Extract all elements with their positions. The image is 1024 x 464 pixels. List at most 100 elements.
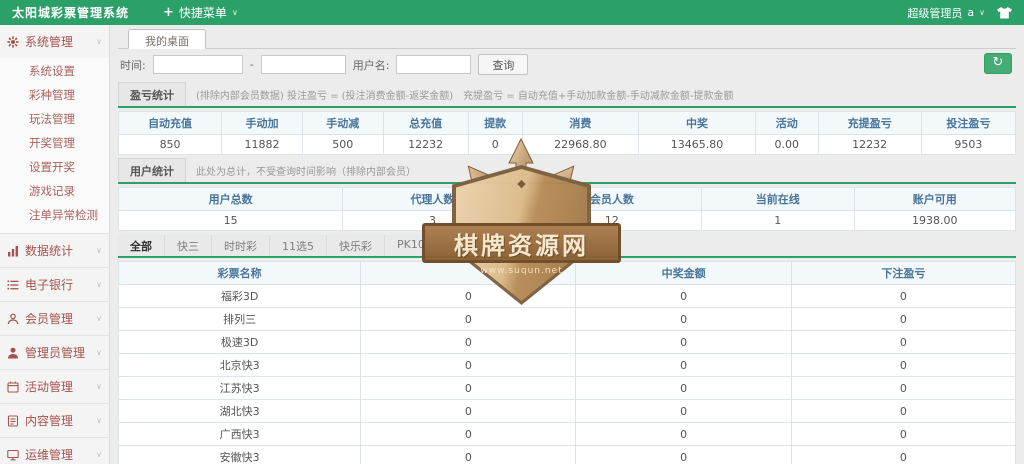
column-header [360,261,577,285]
stat-value: 15 [117,210,344,231]
table-row: 排列三 0 0 0 [117,307,1017,331]
admin-role-label: 超级管理员 [907,6,963,20]
sidebar-item-bet-anomaly[interactable]: 注单异常检测 [0,203,109,227]
desktop-tabstrip: 我的桌面 [118,28,1016,49]
admin-account-menu[interactable]: 超级管理员 a ∨ [907,5,985,21]
sidebar-group-content[interactable]: 内容管理 ∨ [0,404,109,437]
lottery-name: 江苏快3 [117,376,362,400]
cell-value: 0 [575,399,792,423]
chevron-down-icon: ∨ [96,37,102,46]
refresh-button[interactable]: ↻ [984,53,1012,74]
cell-value: 0 [360,284,577,308]
query-button[interactable]: 查询 [478,54,529,75]
column-header: 自动充值 [117,111,223,135]
cell-value: 0 [360,376,577,400]
sidebar-group-data-stats[interactable]: 数据统计 ∨ [0,234,109,267]
chevron-down-icon: ∨ [979,8,985,17]
stat-value: 500 [301,134,384,155]
chevron-down-icon: ∨ [96,450,102,459]
table-row: 15 3 12 1 1938.00 [117,210,1017,231]
column-header: 投注盈亏 [920,111,1017,135]
app-title: 太阳城彩票管理系统 [12,6,130,20]
profit-panel: 盈亏统计 (排除内部会员数据) 投注盈亏 = (投注消费金额-返奖金额) 充提盈… [117,82,1017,155]
column-header: 彩票名称 [117,261,362,285]
cell-value: 0 [790,399,1017,423]
stat-value: 1938.00 [853,210,1017,231]
time-to-input[interactable] [260,55,346,74]
time-label: 时间: [120,58,146,72]
lottery-table: 彩票名称 中奖金额 下注盈亏 福彩3D 0 0 0 排列三 0 0 0 极速3D 0 0 0 北京… [117,261,1017,464]
cell-value: 0 [360,422,577,446]
chevron-down-icon: ∨ [96,280,102,289]
sidebar-item-lottery-type[interactable]: 彩种管理 [0,83,109,107]
main-content: 我的桌面 时间: - 用户名: 查询 ↻ 盈亏统计 (排除内部会员数据) 投注盈… [110,25,1024,464]
column-header: 账户可用 [853,187,1017,211]
quick-menu-button[interactable]: + 快捷菜单 ∨ [163,4,238,21]
sidebar-item-game-records[interactable]: 游戏记录 [0,179,109,203]
sidebar-group-label: 管理员管理 [25,346,86,360]
lottery-panel: 全部 快三 时时彩 11选5 快乐彩 PK10 低频彩 彩票名称 中奖金额 下注… [117,235,1017,464]
lottery-name: 北京快3 [117,353,362,377]
user-solid-icon [8,347,18,358]
profit-panel-note: (排除内部会员数据) 投注盈亏 = (投注消费金额-返奖金额) 充提盈亏 = 自… [196,91,734,102]
chevron-down-icon: ∨ [231,8,238,17]
cell-value: 0 [360,307,577,331]
document-icon [7,414,19,427]
user-panel-note: 此处为总计，不受查询时间影响（排除内部会员） [196,167,416,178]
table-row: 福彩3D 0 0 0 [117,284,1017,308]
profit-table: 自动充值 手动加 手动减 总充值 提款 消费 中奖 活动 充提盈亏 投注盈亏 8… [117,111,1017,155]
sidebar-group-members[interactable]: 会员管理 ∨ [0,302,109,335]
stat-value: 3 [342,210,523,231]
column-header: 中奖 [638,111,756,135]
sidebar-item-play-method[interactable]: 玩法管理 [0,107,109,131]
cell-value: 0 [360,330,577,354]
stat-value: 1 [701,210,855,231]
cell-value: 0 [360,445,577,464]
stat-value: 850 [117,134,223,155]
lottery-tab-lowfreq[interactable]: 低频彩 [437,235,495,256]
sidebar-group-label: 内容管理 [25,414,74,428]
lottery-name: 福彩3D [117,284,362,308]
tab-my-desktop[interactable]: 我的桌面 [128,29,206,49]
cell-value: 0 [360,399,577,423]
sidebar-group-operations[interactable]: 运维管理 ∨ [0,438,109,464]
table-row: 北京快3 0 0 0 [117,353,1017,377]
lottery-tab-klc[interactable]: 快乐彩 [327,235,385,256]
lottery-tab-all[interactable]: 全部 [118,235,165,256]
table-row: 安徽快3 0 0 0 [117,445,1017,464]
column-header: 手动加 [221,111,303,135]
stat-value: 9503 [920,134,1017,155]
filter-bar: 时间: - 用户名: 查询 ↻ [118,49,1016,79]
cell-value: 0 [575,376,792,400]
column-header: 提款 [467,111,523,135]
cell-value: 0 [790,422,1017,446]
sidebar-group-ebank[interactable]: 电子银行 ∨ [0,268,109,301]
admin-name-label: a [967,6,975,19]
sidebar-item-system-settings[interactable]: 系统设置 [0,59,109,83]
lottery-tab-11x5[interactable]: 11选5 [270,235,327,256]
sidebar-group-activities[interactable]: 活动管理 ∨ [0,370,109,403]
cell-value: 0 [575,422,792,446]
username-label: 用户名: [352,58,390,72]
cell-value: 0 [790,284,1017,308]
cell-value: 0 [790,376,1017,400]
shirt-theme-icon[interactable] [997,6,1012,19]
user-panel: 用户统计 此处为总计，不受查询时间影响（排除内部会员） 用户总数 代理人数 会员… [117,158,1017,231]
sidebar-item-set-draw[interactable]: 设置开奖 [0,155,109,179]
lottery-name: 排列三 [117,307,362,331]
lottery-name: 极速3D [117,330,362,354]
user-outline-icon [7,313,19,324]
column-header: 总充值 [382,111,469,135]
sidebar-group-admins[interactable]: 管理员管理 ∨ [0,336,109,369]
column-header: 当前在线 [701,187,855,211]
sidebar-group-system[interactable]: 系统管理 ∨ [0,25,109,58]
stat-value: 12 [521,210,703,231]
lottery-tab-k3[interactable]: 快三 [165,235,212,256]
username-input[interactable] [396,55,472,74]
lottery-tab-ssc[interactable]: 时时彩 [212,235,270,256]
range-separator: - [249,58,254,71]
time-from-input[interactable] [152,55,243,74]
sidebar-item-draw-management[interactable]: 开奖管理 [0,131,109,155]
lottery-tab-pk10[interactable]: PK10 [385,235,438,256]
chevron-down-icon: ∨ [96,416,102,425]
